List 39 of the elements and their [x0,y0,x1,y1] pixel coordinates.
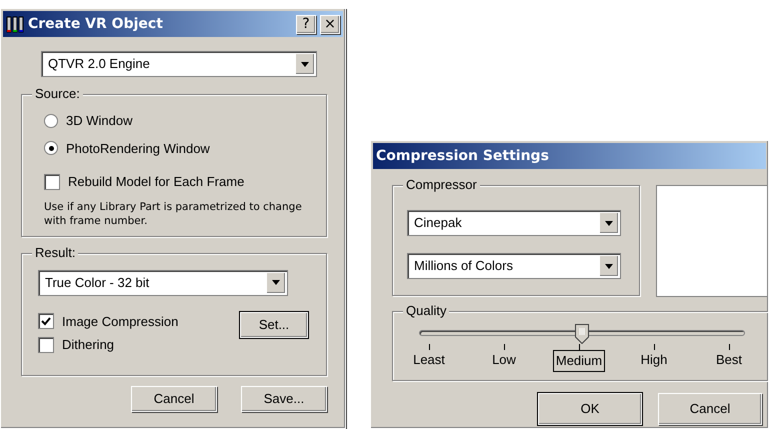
radio-label: PhotoRendering Window [66,140,210,158]
help-button[interactable]: ? [296,14,316,34]
window-title: Compression Settings [376,146,550,166]
checkbox-label: Rebuild Model for Each Frame [68,173,244,191]
dropdown-arrow-icon [301,62,309,66]
radio-button[interactable] [44,114,58,128]
dropdown-field[interactable]: True Color - 32 bit [38,270,288,296]
cancel-button[interactable]: Cancel [658,393,762,425]
ok-button[interactable]: OK [538,393,642,425]
slider-label: High [640,351,668,369]
group-label: Quality [403,303,450,319]
checkbox[interactable] [38,313,54,330]
radio-button[interactable] [44,141,58,156]
group-label: Compressor [403,177,480,193]
set-button[interactable]: Set... [240,312,308,338]
dropdown-field[interactable]: Cinepak [407,210,621,236]
dropdown-arrow-icon [272,280,280,285]
hint-text: Use if any Library Part is parametrized to change with frame number. [44,200,303,228]
slider-label: Least [413,351,445,369]
checkbox[interactable] [38,336,54,353]
save-button[interactable]: Save... [241,386,327,412]
app-icon [6,15,24,33]
checkmark-icon [41,316,51,326]
group-label: Result: [32,244,78,260]
dropdown-field[interactable]: Millions of Colors [407,253,621,279]
window-title: Create VR Object [28,14,164,34]
slider-label: Medium [552,350,606,372]
dropdown-field[interactable]: QTVR 2.0 Engine [41,51,317,77]
dropdown-arrow-icon [605,220,613,226]
slider-thumb[interactable] [575,323,589,343]
checkbox-label: Image Compression [62,312,178,331]
radio-label: 3D Window [66,112,132,130]
checkbox-label: Dithering [62,336,114,354]
close-button[interactable]: × [320,14,340,34]
checkbox[interactable] [44,174,60,190]
slider-label: Low [492,351,516,369]
slider-label: Best [716,351,742,369]
cancel-button[interactable]: Cancel [131,386,217,412]
dropdown-arrow-icon [605,264,613,268]
